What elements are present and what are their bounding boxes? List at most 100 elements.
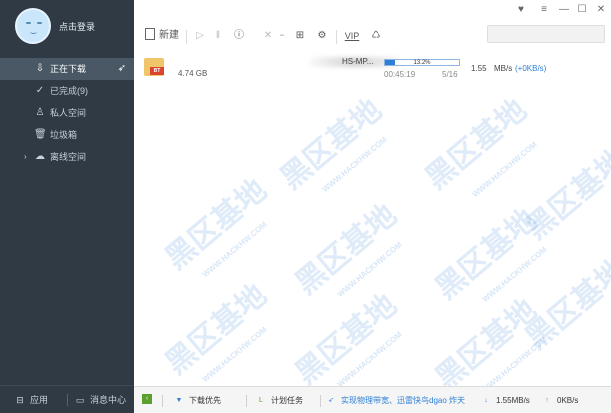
- sidebar-item-downloading[interactable]: ⇩ 正在下载 ➶: [0, 58, 134, 80]
- new-task-label: 新建: [159, 30, 179, 41]
- priority-icon: ▼: [175, 396, 183, 404]
- sidebar-item-offline-space[interactable]: › ☁ 离线空间: [0, 146, 134, 168]
- sidebar-item-trash[interactable]: 🗑︎ 垃圾箱: [0, 124, 134, 146]
- pause-icon[interactable]: ‖: [210, 27, 226, 45]
- bt-badge-icon: BT: [150, 67, 164, 75]
- watermark-logo: 黑区基地: [274, 92, 389, 197]
- speed-accelerate-icon[interactable]: ♺: [368, 27, 384, 45]
- new-task-button[interactable]: 新建: [142, 27, 182, 45]
- avatar-mouth: [30, 31, 37, 34]
- minimize-icon[interactable]: —: [557, 4, 571, 16]
- xunlei-window: 点击登录 ⇩ 正在下载 ➶ ✓ 已完成(9) ♙ 私人空间 🗑︎ 垃圾箱 › ☁…: [0, 0, 611, 413]
- search-input[interactable]: [487, 25, 605, 43]
- remaining-time: 00:45:19: [384, 70, 416, 79]
- sidebar-nav: ⇩ 正在下载 ➶ ✓ 已完成(9) ♙ 私人空间 🗑︎ 垃圾箱 › ☁ 离线空间: [0, 58, 134, 168]
- person-icon: ♙: [35, 107, 45, 118]
- speed-unit: MB/s: [494, 64, 513, 73]
- check-circle-icon: ✓: [35, 85, 45, 96]
- download-speed: 1.55: [471, 64, 487, 73]
- grid-view-icon[interactable]: ⊞: [292, 27, 308, 45]
- watermark-url: WWW.HACKHW.COM: [320, 134, 389, 195]
- filename-tail: HS-MP...: [342, 57, 374, 66]
- start-icon[interactable]: ▷: [192, 27, 208, 45]
- watermark-logo: 黑区基地: [429, 292, 544, 386]
- down-arrow-icon: ↓: [484, 396, 488, 404]
- close-icon[interactable]: ✕: [594, 4, 608, 16]
- sidebar: 点击登录 ⇩ 正在下载 ➶ ✓ 已完成(9) ♙ 私人空间 🗑︎ 垃圾箱 › ☁…: [0, 0, 134, 413]
- watermark-logo: 黑区基地: [429, 202, 544, 307]
- download-row[interactable]: BT HS-MP... 4.74 GB 13.2% 00:45:19 5/16 …: [134, 52, 611, 82]
- menu-icon[interactable]: ≡: [537, 4, 551, 16]
- download-priority-button[interactable]: ▼ 下载优先: [174, 394, 221, 408]
- watermark-logo: 黑区基地: [289, 197, 404, 302]
- down-speed-value: 1.55MB/s: [496, 396, 530, 405]
- progress-percent: 13.2%: [413, 60, 431, 66]
- up-speed-value: 0KB/s: [557, 396, 579, 405]
- paper-plane-icon: ➶: [117, 63, 126, 74]
- upload-speed-status: ↑ 0KB/s: [542, 394, 578, 408]
- sidebar-item-completed[interactable]: ✓ 已完成(9): [0, 80, 134, 102]
- divider: [186, 30, 187, 44]
- titlebar: ♥ ≡ — ☐ ✕: [134, 0, 611, 22]
- watermark-logo: 黑区基地: [419, 92, 534, 197]
- download-list: BT HS-MP... 4.74 GB 13.2% 00:45:19 5/16 …: [134, 50, 611, 386]
- avatar-eye-right: [37, 22, 42, 24]
- scheduled-task-button[interactable]: L 计划任务: [256, 394, 303, 408]
- vip-button[interactable]: VIP: [342, 27, 362, 45]
- watermark-logo: 黑区基地: [159, 172, 274, 277]
- divider: [246, 395, 247, 407]
- sidebar-item-private-space[interactable]: ♙ 私人空间: [0, 102, 134, 124]
- watermark-url: WWW.HACKHW.COM: [335, 239, 404, 300]
- divider: [67, 394, 68, 406]
- info-icon[interactable]: ⓘ: [230, 27, 248, 45]
- ad-link[interactable]: ➶ 实现物理带宽、迅雷快鸟dgao 炸天: [326, 394, 465, 408]
- message-icon: ▭: [75, 395, 85, 405]
- watermark-url: WWW.HACKHW.COM: [335, 329, 404, 386]
- apps-label: 应用: [30, 395, 49, 405]
- avatar-eye-left: [26, 22, 31, 24]
- schedule-icon: L: [259, 396, 263, 404]
- apps-icon: ⊟: [16, 395, 24, 405]
- download-speed-status: ↓ 1.55MB/s: [481, 394, 530, 408]
- piece-count: 5/16: [442, 70, 458, 79]
- sidebar-bottom-bar: ⊟ 应用 ▭ 消息中心: [0, 385, 134, 413]
- up-arrow-icon: ↑: [545, 396, 549, 404]
- new-file-icon: [145, 28, 155, 40]
- bird-icon: ➶: [328, 396, 334, 404]
- watermark-url: WWW.HACKHW.COM: [480, 244, 549, 305]
- toolbar: 新建 ▷ ‖ ⓘ ✕ ▪▪ ⊞ ⚙ VIP ♺: [134, 22, 611, 50]
- sidebar-item-label: 离线空间: [50, 152, 87, 162]
- watermark-logo: 黑区基地: [519, 142, 611, 247]
- maximize-icon[interactable]: ☐: [575, 4, 589, 16]
- progress-bar: 13.2%: [384, 59, 460, 66]
- sidebar-item-label: 垃圾箱: [50, 130, 78, 140]
- sidebar-item-label: 已完成(9): [50, 86, 88, 96]
- avatar[interactable]: [15, 8, 51, 44]
- collapse-icon[interactable]: ‹: [142, 394, 152, 404]
- file-size: 4.74 GB: [178, 69, 208, 78]
- trash-icon: 🗑︎: [34, 129, 47, 140]
- delete-icon[interactable]: ✕: [260, 27, 276, 45]
- cloud-folder-icon: ☁: [35, 151, 45, 162]
- apps-button[interactable]: ⊟ 应用: [14, 393, 48, 406]
- message-center-button[interactable]: ▭ 消息中心: [74, 393, 126, 406]
- watermark-logo: 黑区基地: [159, 277, 274, 382]
- user-profile[interactable]: 点击登录: [0, 0, 134, 52]
- divider: [336, 30, 337, 44]
- sidebar-item-label: 正在下载: [50, 64, 87, 74]
- watermark-url: WWW.HACKHW.COM: [470, 139, 539, 200]
- priority-label: 下载优先: [189, 396, 221, 405]
- ad-text: 实现物理带宽、迅雷快鸟dgao 炸天: [341, 396, 466, 405]
- settings-icon[interactable]: ⚙: [314, 27, 330, 45]
- download-arrow-icon: ⇩: [35, 63, 45, 74]
- watermark-logo: 黑区基地: [289, 287, 404, 386]
- divider: [162, 395, 163, 407]
- schedule-label: 计划任务: [271, 396, 303, 405]
- watermark-url: WWW.HACKHW.COM: [200, 324, 269, 385]
- skin-icon[interactable]: ♥: [514, 4, 528, 16]
- chevron-right-icon[interactable]: ›: [24, 146, 27, 168]
- divider: [320, 395, 321, 407]
- more-icon[interactable]: ▪▪: [277, 27, 287, 45]
- watermark-url: WWW.HACKHW.COM: [200, 219, 269, 280]
- login-link[interactable]: 点击登录: [59, 20, 95, 33]
